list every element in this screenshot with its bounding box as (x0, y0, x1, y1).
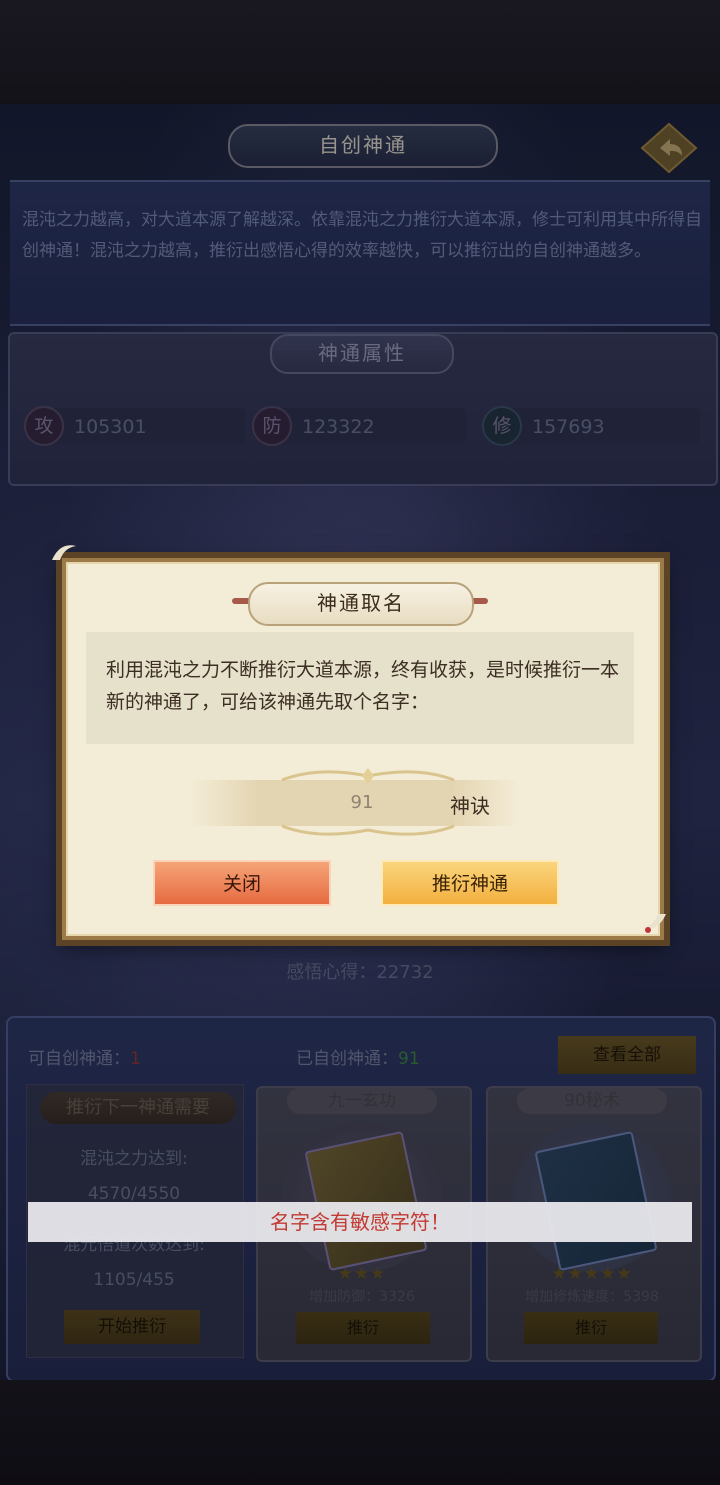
skill-name-input[interactable] (300, 786, 424, 818)
name-suffix: 神诀 (450, 794, 490, 818)
dialog-title: 神通取名 (248, 582, 474, 626)
dialog-message: 利用混沌之力不断推衍大道本源，终有收获，是时候推衍一本新的神通了，可给该神通先取… (106, 659, 620, 713)
derive-skill-button[interactable]: 推衍神通 (381, 860, 559, 906)
corner-ornament-icon (52, 545, 76, 560)
close-button[interactable]: 关闭 (153, 860, 331, 906)
bottom-bar (0, 1380, 720, 1485)
top-bar (0, 0, 720, 104)
corner-ornament-icon (642, 914, 666, 933)
error-toast: 名字含有敏感字符！ (28, 1202, 692, 1242)
